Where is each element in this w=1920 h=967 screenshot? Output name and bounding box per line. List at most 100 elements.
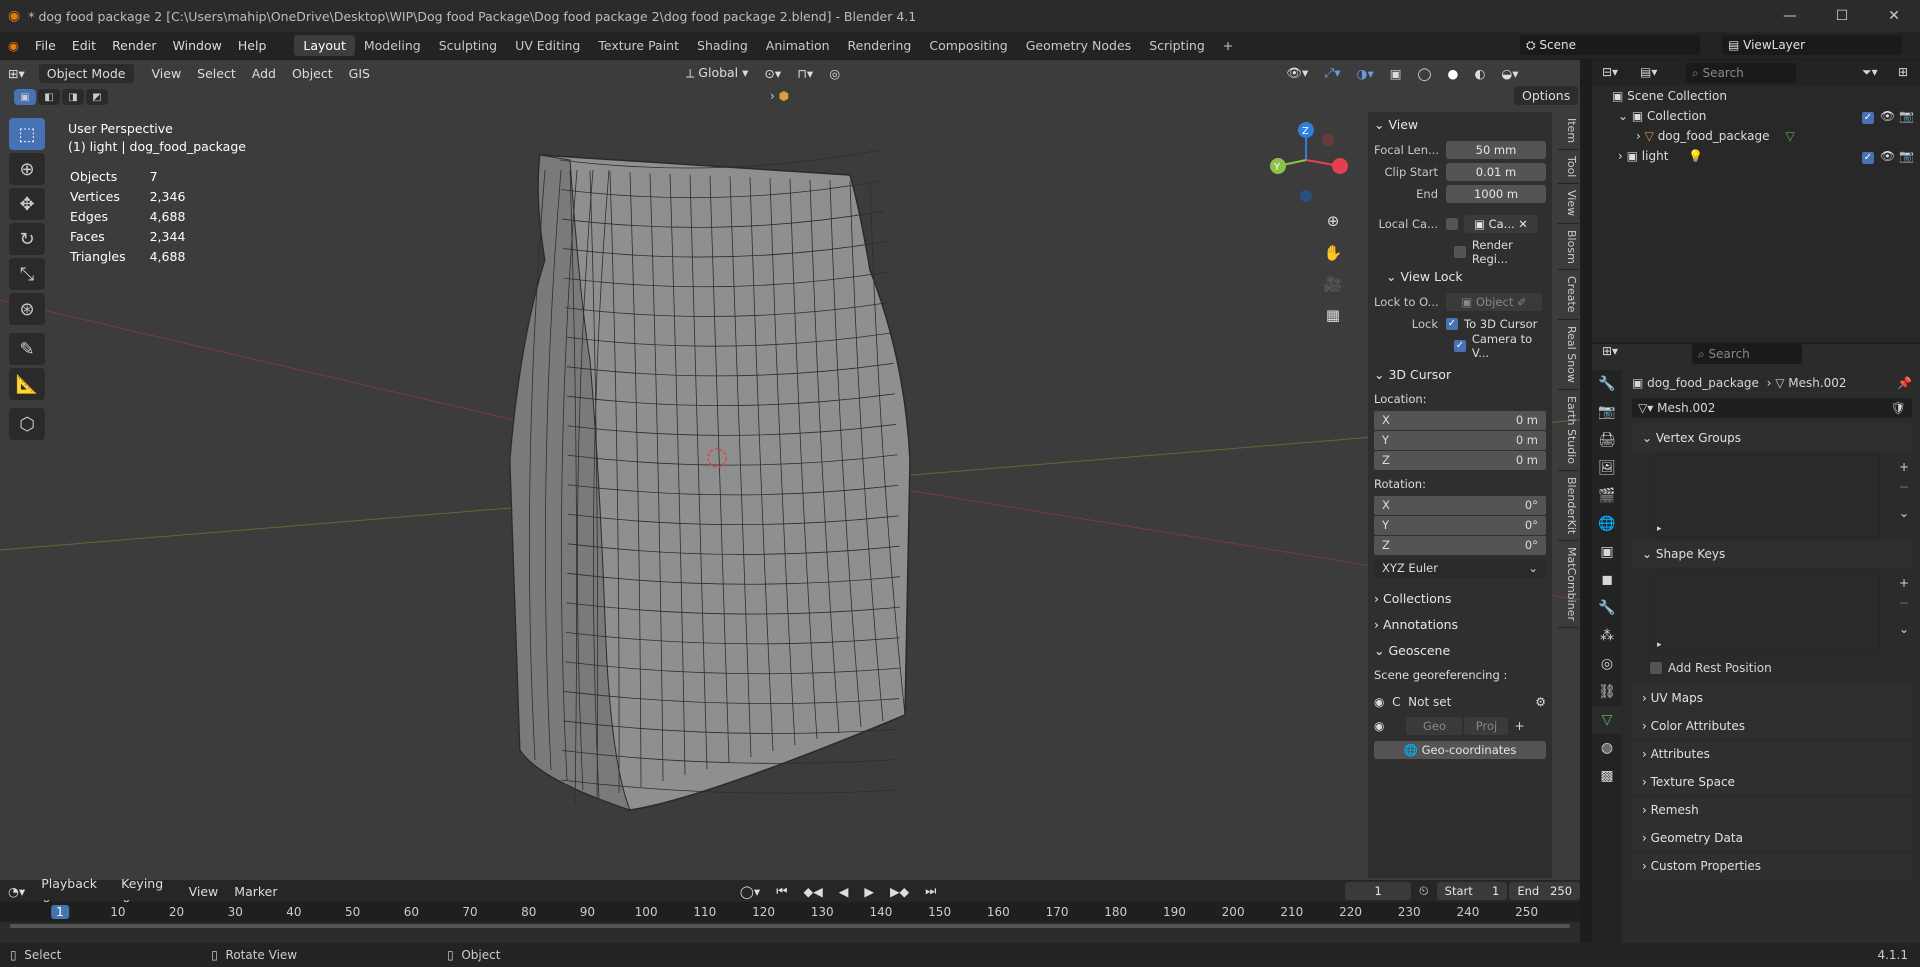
camera-icon[interactable]: 📷 [1899,149,1914,163]
shading-wireframe-icon[interactable]: ◯ [1410,66,1440,81]
select-box-tool-icon[interactable]: ⬚ [9,118,45,150]
add-workspace-icon[interactable]: + [1214,35,1242,56]
tab-create[interactable]: Create [1558,270,1578,320]
close-button[interactable]: ✕ [1868,0,1920,32]
tab-matcombiner[interactable]: MatCombiner [1558,541,1578,628]
workspace-tab-geometry-nodes[interactable]: Geometry Nodes [1017,35,1140,56]
render-tab-icon[interactable]: 📷 [1592,398,1622,426]
tab-real-snow[interactable]: Real Snow [1558,320,1578,390]
navigation-gizmo[interactable]: Z Y [1260,118,1360,218]
outliner-row-dog-food-package[interactable]: › ▽ dog_food_package ▽ [1592,126,1920,146]
shape-keys-list[interactable]: ▸ + − ⌄ [1650,571,1909,653]
frame-ruler[interactable]: 1 10 20 30 40 50 60 70 80 90 100 110 120 130 140 150 160… [0,902,1580,922]
play-reverse-icon[interactable]: ◀ [831,884,857,899]
panel-view-lock-header[interactable]: ⌄ View Lock [1368,264,1552,290]
exclude-checkbox[interactable]: ✓ [1861,151,1874,164]
start-frame-field[interactable]: Start 1 [1436,882,1508,900]
minimize-button[interactable]: — [1764,0,1816,32]
rotation-mode-dropdown[interactable]: XYZ Euler ⌄ [1374,559,1546,578]
menu-edit[interactable]: Edit [64,38,104,53]
menu-marker[interactable]: Marker [226,884,285,899]
rotation-x-field[interactable]: X 0° [1374,496,1546,515]
play-icon[interactable]: ▶ [856,884,882,899]
tab-blenderkit[interactable]: BlenderKit [1558,471,1578,541]
add-cube-tool-icon[interactable]: ⬡ [9,408,45,440]
menu-timeline-view[interactable]: View [181,884,227,899]
properties-search[interactable]: ⌕ Search [1692,344,1802,364]
properties-editor-icon[interactable]: ⊞▾ [1602,344,1618,358]
auto-keying-icon[interactable]: ◯▾ [732,884,768,899]
tool-tab-icon[interactable]: 🔧 [1592,370,1622,398]
clip-end-field[interactable]: 1000 m [1446,185,1546,203]
menu-help[interactable]: Help [230,38,275,53]
outliner-row-light[interactable]: › ▣ light 💡 ✓ 👁 📷 [1592,146,1920,166]
section-shape-keys[interactable]: ⌄ Shape Keys [1632,541,1912,567]
tab-earth-studio[interactable]: Earth Studio [1558,390,1578,471]
shading-solid-icon[interactable]: ● [1440,66,1467,81]
outliner-row-scene-collection[interactable]: ▣ Scene Collection [1592,86,1920,106]
output-tab-icon[interactable]: 🖨 [1592,426,1622,454]
transform-tool-icon[interactable]: ⊛ [9,293,45,325]
section-custom-properties[interactable]: › Custom Properties [1632,853,1912,879]
add-shape-key-icon[interactable]: + [1899,576,1909,590]
tab-blosm[interactable]: Blosm [1558,224,1578,271]
world-tab-icon[interactable]: 🌐 [1592,510,1622,538]
section-texture-space[interactable]: › Texture Space [1632,769,1912,795]
expand-icon[interactable]: ▸ [1657,640,1662,650]
overlay-toggle-icon[interactable]: ◑▾ [1349,66,1382,81]
panel-geoscene-header[interactable]: ⌄ Geoscene [1368,638,1552,664]
tab-item[interactable]: Item [1558,112,1578,151]
shading-material-icon[interactable]: ◐ [1466,66,1493,81]
annotate-tool-icon[interactable]: ✎ [9,333,45,365]
end-frame-field[interactable]: End 250 [1509,882,1581,900]
collection-tab-icon[interactable]: ▣ [1592,538,1622,566]
timeline-scrollbar[interactable] [0,924,1580,932]
menu-select[interactable]: Select [189,66,244,81]
outliner-search[interactable]: ⌕ Search [1686,63,1796,83]
texture-tab-icon[interactable]: ▩ [1592,762,1622,790]
pan-hand-icon[interactable]: ✋ [1320,240,1346,266]
eye-icon[interactable]: 👁 [1880,109,1895,123]
timeline-editor-icon[interactable]: ◔▾ [0,884,33,899]
menu-gis[interactable]: GIS [341,66,378,81]
move-tool-icon[interactable]: ✥ [9,188,45,220]
add-vertex-group-icon[interactable]: + [1899,460,1909,474]
menu-window[interactable]: Window [165,38,230,53]
visibility-icon[interactable]: 👁▾ [1278,65,1316,81]
mode-dropdown[interactable]: Object Mode [38,63,134,83]
panel-collections-header[interactable]: › Collections [1368,586,1552,612]
shape-key-menu-icon[interactable]: ⌄ [1899,622,1909,636]
rotation-z-field[interactable]: Z 0° [1374,536,1546,555]
mesh-datablock-field[interactable]: ▽▾ Mesh.002 🛡 [1632,398,1912,418]
scene-selector[interactable]: ⛭ Scene [1520,35,1700,55]
radio-icon[interactable]: ◉ [1374,695,1384,709]
rotate-tool-icon[interactable]: ↻ [9,223,45,255]
expand-icon[interactable]: ▸ [1657,524,1662,534]
section-geometry-data[interactable]: › Geometry Data [1632,825,1912,851]
current-frame-field[interactable]: 1 [1345,882,1411,900]
tab-tool[interactable]: Tool [1558,150,1578,185]
clock-icon[interactable]: ⏲ [1411,883,1437,899]
section-remesh[interactable]: › Remesh [1632,797,1912,823]
constraints-tab-icon[interactable]: ⛓ [1592,678,1622,706]
panel-3d-cursor-header[interactable]: ⌄ 3D Cursor [1368,362,1552,388]
section-color-attributes[interactable]: › Color Attributes [1632,713,1912,739]
xray-icon[interactable]: ▣ [1382,66,1410,81]
exclude-checkbox[interactable]: ✓ [1861,111,1874,124]
select-subtract-icon[interactable]: ◨ [62,89,84,105]
focal-length-field[interactable]: 50 mm [1446,141,1546,159]
measure-tool-icon[interactable]: 📐 [9,368,45,400]
menu-render[interactable]: Render [104,38,165,53]
physics-tab-icon[interactable]: ◎ [1592,650,1622,678]
workspace-tab-rendering[interactable]: Rendering [839,35,921,56]
editor-type-icon[interactable]: ⊞▾ [0,66,33,81]
mesh-data-tab-icon[interactable]: ▽ [1592,706,1622,734]
material-tab-icon[interactable]: ◍ [1592,734,1622,762]
camera-icon[interactable]: 📷 [1899,109,1914,123]
geo-coordinates-button[interactable]: 🌐 Geo-coordinates [1374,741,1546,759]
local-camera-checkbox[interactable] [1446,218,1458,230]
workspace-tab-compositing[interactable]: Compositing [920,35,1016,56]
menu-add[interactable]: Add [244,66,284,81]
remove-vertex-group-icon[interactable]: − [1899,480,1909,494]
to-3d-cursor-checkbox[interactable]: ✓ [1446,318,1458,330]
